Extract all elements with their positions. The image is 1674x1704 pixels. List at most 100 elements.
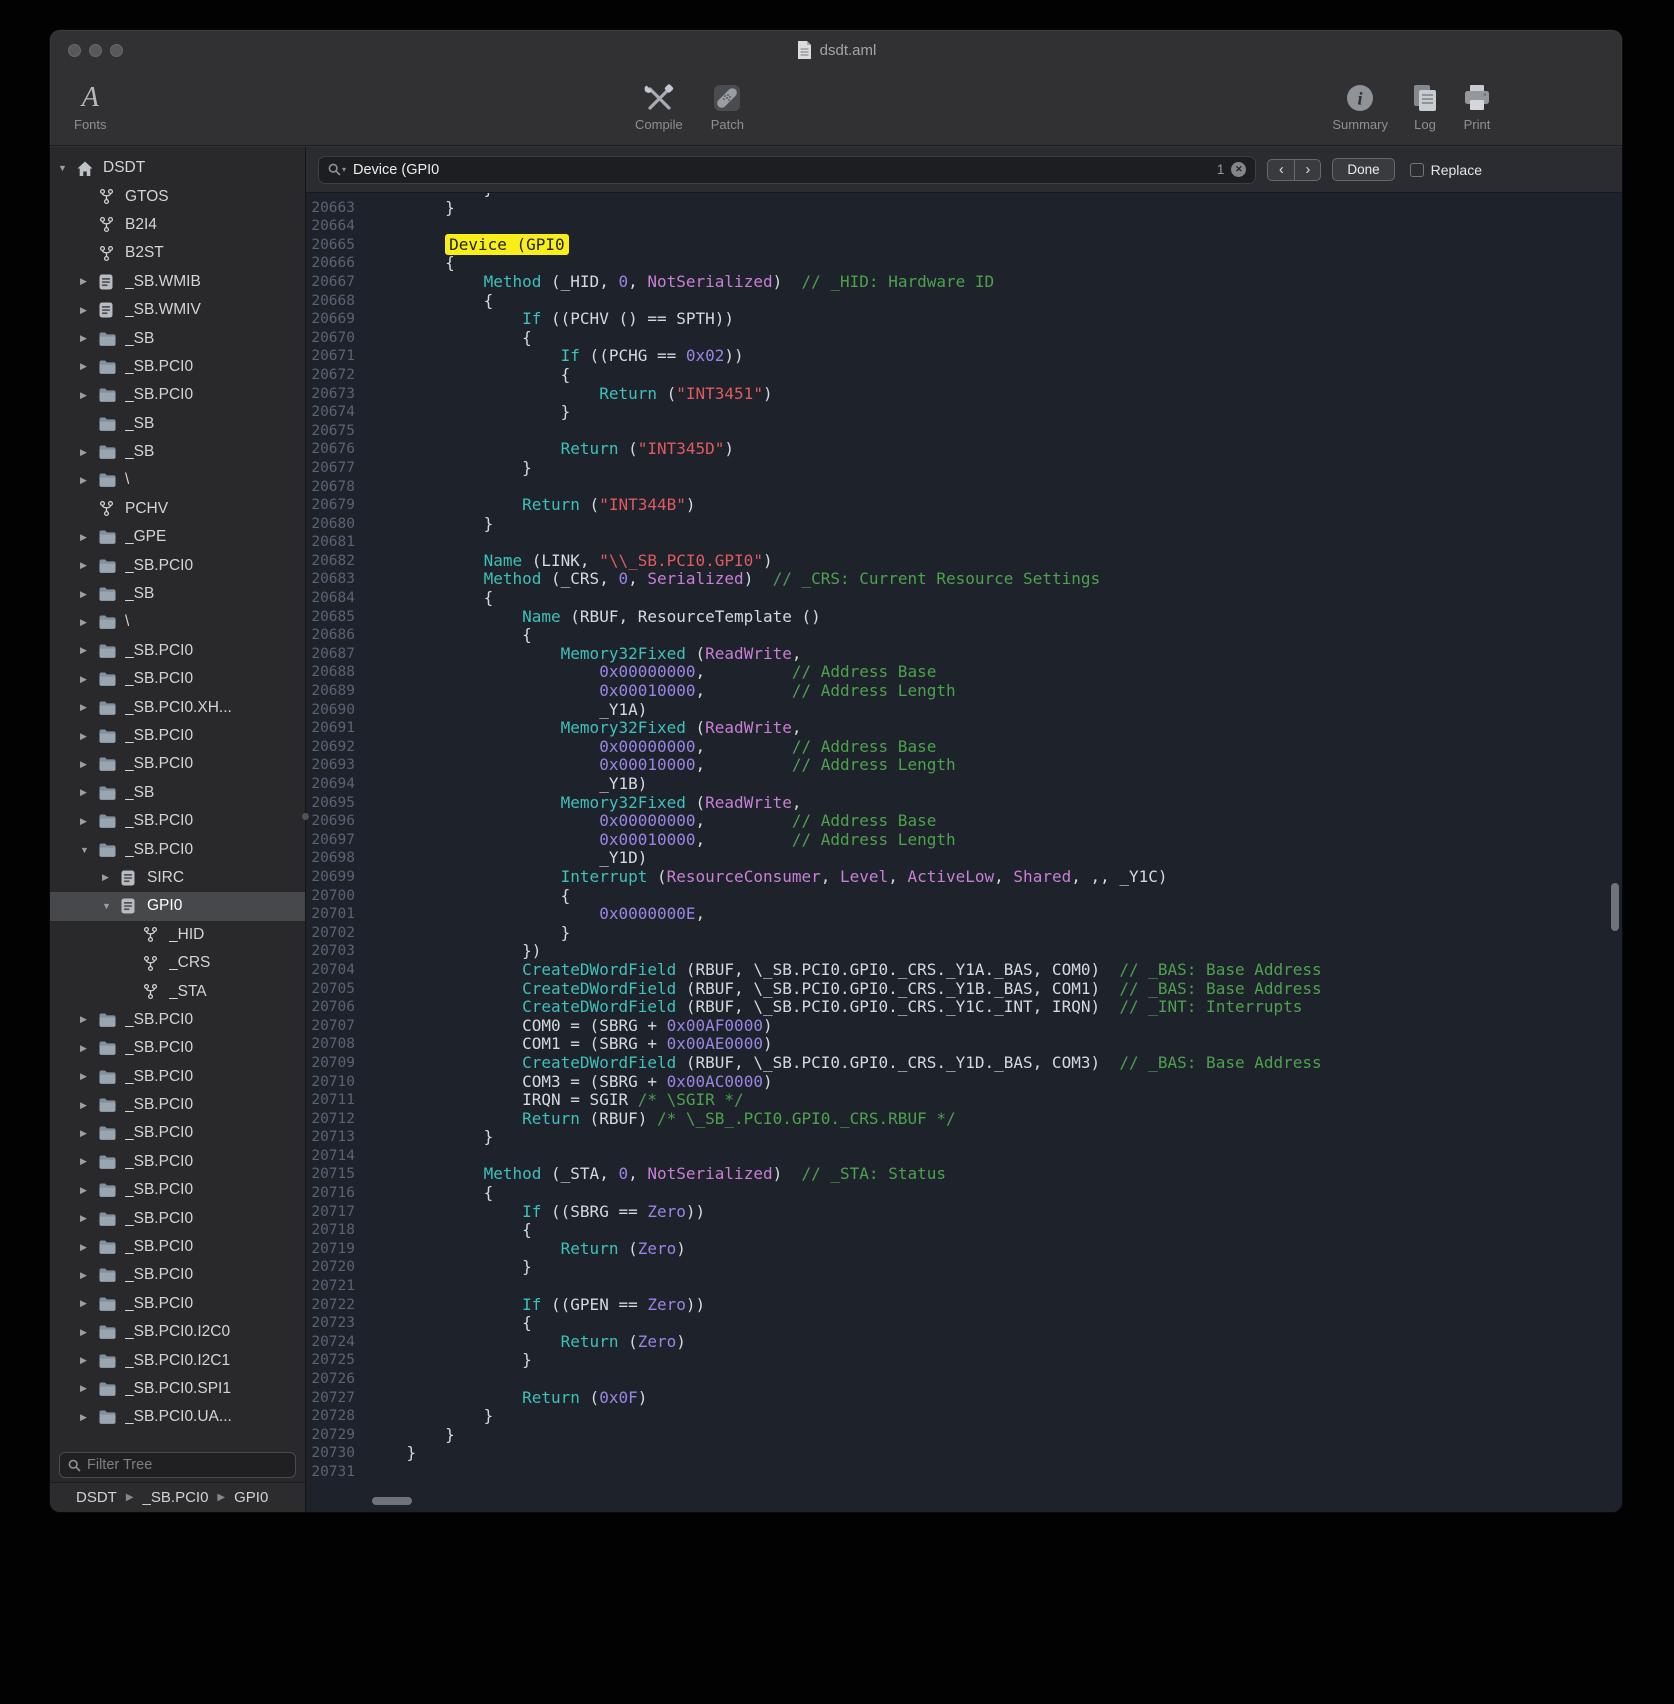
tree-item-sb[interactable]: ▶_SB [50,438,305,466]
tree-item-sb-pci0[interactable]: ▶_SB.PCI0 [50,551,305,579]
code-text[interactable]: If ((PCHG == 0x02)) [368,347,744,366]
disclosure-right-icon[interactable]: ▶ [80,589,98,600]
code-text[interactable]: 0x00000000, // Address Base [368,663,936,682]
code-text[interactable]: } [368,1444,416,1463]
tree-item-sb-pci0-i2c0[interactable]: ▶_SB.PCI0.I2C0 [50,1318,305,1346]
compile-button[interactable]: Compile [635,82,683,132]
breadcrumb-item[interactable]: DSDT [76,1489,117,1506]
disclosure-right-icon[interactable]: ▶ [80,333,98,344]
tree-item-sb-pci0[interactable]: ▶_SB.PCI0 [50,1176,305,1204]
code-text[interactable]: CreateDWordField (RBUF, \_SB.PCI0.GPI0._… [368,998,1302,1017]
tree-item-sb-pci0[interactable]: ▶_SB.PCI0 [50,1290,305,1318]
patch-button[interactable]: Patch [711,82,744,132]
disclosure-right-icon[interactable]: ▶ [80,1213,98,1224]
disclosure-right-icon[interactable]: ▶ [80,447,98,458]
code-text[interactable]: If ((GPEN == Zero)) [368,1296,705,1315]
code-text[interactable]: } [368,199,455,218]
disclosure-right-icon[interactable]: ▶ [80,787,98,798]
tree-item-sb-pci0[interactable]: ▶_SB.PCI0 [50,381,305,409]
code-text[interactable]: 0x00000000, // Address Base [368,812,936,831]
disclosure-down-icon[interactable]: ▼ [80,845,98,855]
tree-item-pchv[interactable]: PCHV [50,495,305,523]
code-text[interactable]: { [368,254,455,273]
code-text[interactable]: } [368,515,493,534]
vertical-scrollbar[interactable] [1611,883,1619,931]
code-text[interactable]: { [368,329,532,348]
done-button[interactable]: Done [1332,158,1394,181]
disclosure-right-icon[interactable]: ▶ [80,1128,98,1139]
disclosure-right-icon[interactable]: ▶ [80,816,98,827]
disclosure-down-icon[interactable]: ▼ [58,163,76,173]
disclosure-right-icon[interactable]: ▶ [80,1242,98,1253]
code-text[interactable]: COM0 = (SBRG + 0x00AF0000) [368,1017,773,1036]
disclosure-right-icon[interactable]: ▶ [80,1383,98,1394]
disclosure-right-icon[interactable]: ▶ [80,702,98,713]
find-next-button[interactable]: › [1294,159,1321,181]
code-text[interactable]: Memory32Fixed (ReadWrite, [368,645,802,664]
tree-item-sb[interactable]: _SB [50,410,305,438]
code-text[interactable]: _Y1D) [368,849,647,868]
tree-item-sb-pci0-i2c1[interactable]: ▶_SB.PCI0.I2C1 [50,1346,305,1374]
filter-tree-input[interactable] [87,1457,287,1473]
code-text[interactable]: { [368,589,493,608]
tree-item-sta[interactable]: _STA [50,977,305,1005]
code-text[interactable]: Name (RBUF, ResourceTemplate () [368,608,821,627]
tree-item-sb-pci0[interactable]: ▶_SB.PCI0 [50,1233,305,1261]
disclosure-right-icon[interactable]: ▶ [80,1355,98,1366]
code-text[interactable]: { [368,1314,532,1333]
code-text[interactable]: Return ("INT345D") [368,440,734,459]
code-text[interactable]: COM1 = (SBRG + 0x00AE0000) [368,1035,773,1054]
code-text[interactable]: } [368,1128,493,1147]
log-button[interactable]: Log [1410,82,1440,132]
disclosure-right-icon[interactable]: ▶ [80,617,98,628]
code-text[interactable]: Device (GPI0 [368,236,569,255]
code-text[interactable]: { [368,1221,532,1240]
disclosure-right-icon[interactable]: ▶ [80,1270,98,1281]
code-text[interactable]: Return (Zero) [368,1333,686,1352]
code-text[interactable]: } [368,459,532,478]
code-text[interactable]: Return (RBUF) /* \_SB_.PCI0.GPI0._CRS.RB… [368,1110,956,1129]
tree-item-sirc[interactable]: ▶SIRC [50,864,305,892]
find-previous-button[interactable]: ‹ [1267,159,1294,181]
disclosure-right-icon[interactable]: ▶ [80,1100,98,1111]
disclosure-right-icon[interactable]: ▶ [80,532,98,543]
tree-item-[interactable]: ▶\ [50,608,305,636]
code-text[interactable]: IRQN = SGIR /* \SGIR */ [368,1091,744,1110]
disclosure-right-icon[interactable]: ▶ [80,1014,98,1025]
tree-item-sb[interactable]: ▶_SB [50,779,305,807]
disclosure-right-icon[interactable]: ▶ [80,1327,98,1338]
code-text[interactable]: _Y1A) [368,701,647,720]
filter-field[interactable] [59,1452,296,1478]
disclosure-down-icon[interactable]: ▼ [102,901,120,911]
code-text[interactable]: Method (_HID, 0, NotSerialized) // _HID:… [368,273,994,292]
disclosure-right-icon[interactable]: ▶ [80,645,98,656]
tree-item-dsdt[interactable]: ▼DSDT [50,154,305,182]
tree-item-sb[interactable]: ▶_SB [50,580,305,608]
tree-item-b2st[interactable]: B2ST [50,239,305,267]
code-text[interactable]: Return (0x0F) [368,1389,647,1408]
code-text[interactable]: Memory32Fixed (ReadWrite, [368,794,802,813]
tree-item-sb-pci0[interactable]: ▶_SB.PCI0 [50,1091,305,1119]
disclosure-right-icon[interactable]: ▶ [80,475,98,486]
tree-item-sb-wmib[interactable]: ▶_SB.WMIB [50,268,305,296]
code-text[interactable]: Method (_CRS, 0, Serialized) // _CRS: Cu… [368,570,1100,589]
disclosure-right-icon[interactable]: ▶ [80,276,98,287]
code-text[interactable]: Interrupt (ResourceConsumer, Level, Acti… [368,868,1168,887]
code-text[interactable]: } [368,1407,493,1426]
code-text[interactable]: 0x00000000, // Address Base [368,738,936,757]
code-text[interactable]: CreateDWordField (RBUF, \_SB.PCI0.GPI0._… [368,980,1322,999]
code-text[interactable]: { [368,626,532,645]
tree-item-sb-pci0[interactable]: ▶_SB.PCI0 [50,1204,305,1232]
code-text[interactable]: }) [368,942,541,961]
code-text[interactable]: } [368,1426,455,1445]
tree-item-sb-pci0[interactable]: ▶_SB.PCI0 [50,1148,305,1176]
code-text[interactable]: CreateDWordField (RBUF, \_SB.PCI0.GPI0._… [368,961,1322,980]
pane-splitter-handle[interactable] [302,813,309,820]
tree-item-sb-pci0[interactable]: ▶_SB.PCI0 [50,722,305,750]
tree-item-sb-pci0-spi1[interactable]: ▶_SB.PCI0.SPI1 [50,1375,305,1403]
disclosure-right-icon[interactable]: ▶ [102,872,120,883]
tree-item-crs[interactable]: _CRS [50,949,305,977]
tree-item-gpe[interactable]: ▶_GPE [50,523,305,551]
disclosure-right-icon[interactable]: ▶ [80,731,98,742]
replace-checkbox[interactable] [1410,163,1424,177]
